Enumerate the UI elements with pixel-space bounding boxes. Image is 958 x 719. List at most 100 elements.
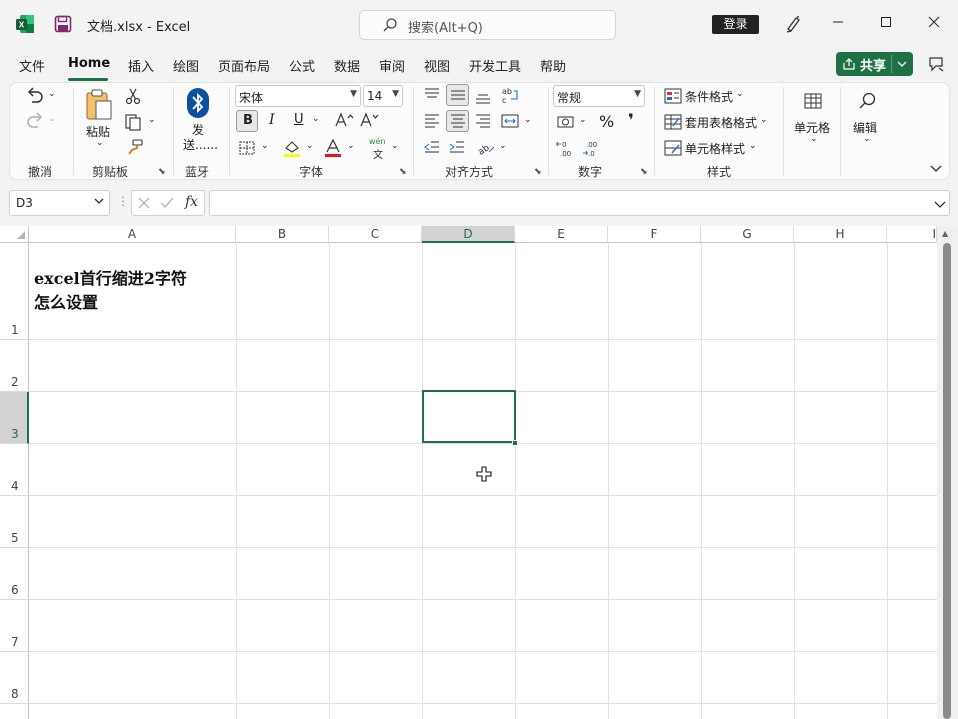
decrease-decimal-icon[interactable]: .00.0 [582, 139, 602, 160]
row-header-3[interactable]: 3 [0, 392, 29, 444]
font-color-dropdown-icon[interactable]: ⌄ [347, 141, 355, 151]
bluetooth-icon[interactable] [186, 87, 210, 122]
table-format-button[interactable]: 套用表格格式 [685, 114, 757, 131]
italic-button[interactable]: I [269, 112, 275, 128]
font-name-select[interactable]: 宋体 ▼ [235, 85, 361, 107]
decrease-font-icon[interactable] [360, 112, 380, 131]
fill-handle[interactable] [512, 440, 518, 446]
orientation-dropdown-icon[interactable]: ⌄ [499, 141, 507, 151]
increase-font-icon[interactable] [335, 112, 355, 131]
column-header-g[interactable]: G [701, 226, 794, 243]
conditional-format-button[interactable]: 条件格式 [685, 88, 733, 105]
maximize-button[interactable] [874, 12, 898, 36]
column-header-h[interactable]: H [794, 226, 887, 243]
edit-dropdown-icon[interactable]: ⌄ [863, 134, 871, 144]
row-header-2[interactable]: 2 [0, 340, 29, 392]
undo-dropdown-icon[interactable]: ⌄ [48, 89, 56, 99]
selected-cell-d3[interactable] [422, 390, 516, 443]
close-button[interactable] [922, 12, 946, 36]
scrollbar-thumb[interactable] [943, 243, 951, 719]
expand-formula-icon[interactable] [934, 199, 946, 213]
search-box[interactable]: 搜索(Alt+Q) [359, 10, 616, 40]
share-button[interactable]: 共享 [836, 52, 913, 76]
table-format-dropdown-icon[interactable]: ⌄ [760, 115, 768, 125]
save-icon[interactable] [54, 15, 72, 36]
column-header-d[interactable]: D [422, 226, 515, 243]
comments-icon[interactable] [927, 55, 945, 76]
column-header-f[interactable]: F [608, 226, 701, 243]
row-header-7[interactable]: 7 [0, 600, 29, 652]
conditional-format-dropdown-icon[interactable]: ⌄ [736, 89, 744, 99]
tab-formulas[interactable]: 公式 [289, 56, 315, 75]
merge-center-icon[interactable] [500, 112, 520, 133]
column-header-b[interactable]: B [236, 226, 329, 243]
tab-developer[interactable]: 开发工具 [469, 56, 521, 75]
cells-icon[interactable] [803, 91, 823, 114]
cells-dropdown-icon[interactable]: ⌄ [810, 134, 818, 144]
accounting-dropdown-icon[interactable]: ⌄ [579, 115, 587, 125]
chevron-down-icon[interactable] [897, 55, 907, 72]
row-header-6[interactable]: 6 [0, 548, 29, 600]
align-left-icon[interactable] [423, 112, 441, 133]
percent-style-button[interactable]: % [599, 112, 614, 131]
decrease-indent-icon[interactable] [423, 139, 441, 158]
column-header-a[interactable]: A [29, 226, 236, 243]
format-painter-icon[interactable] [126, 138, 144, 159]
orientation-icon[interactable]: ab [476, 138, 496, 159]
select-all-corner[interactable] [0, 226, 29, 243]
align-right-icon[interactable] [474, 112, 492, 133]
tab-page-layout[interactable]: 页面布局 [218, 56, 270, 75]
merge-dropdown-icon[interactable]: ⌄ [524, 115, 532, 125]
align-bottom-icon[interactable] [474, 86, 492, 107]
font-launcher-icon[interactable]: ⬊ [399, 167, 407, 177]
fill-color-dropdown-icon[interactable]: ⌄ [306, 141, 314, 151]
table-format-icon[interactable] [664, 114, 682, 133]
spreadsheet-grid[interactable]: A B C D E F G H I 1 2 3 4 5 6 7 8 excel首… [0, 226, 958, 719]
column-header-i[interactable]: I [887, 226, 937, 243]
tab-file[interactable]: 文件 [19, 56, 45, 75]
insert-function-button[interactable]: fx [185, 194, 198, 210]
cell-a1[interactable]: excel首行缩进2字符 怎么设置 [34, 267, 234, 315]
cell-style-dropdown-icon[interactable]: ⌄ [749, 141, 757, 151]
copy-icon[interactable] [124, 113, 144, 134]
column-header-c[interactable]: C [329, 226, 422, 243]
paste-icon[interactable] [84, 87, 114, 124]
tab-review[interactable]: 审阅 [379, 56, 405, 75]
align-center-button[interactable] [446, 110, 469, 132]
phonetic-char[interactable]: 文 [373, 146, 383, 161]
underline-dropdown-icon[interactable]: ⌄ [312, 114, 320, 124]
comma-style-button[interactable]: ❜ [628, 111, 634, 131]
login-button[interactable]: 登录 [712, 15, 759, 34]
undo-icon[interactable] [24, 87, 46, 110]
name-box[interactable]: D3 [9, 190, 110, 216]
tab-insert[interactable]: 插入 [128, 56, 154, 75]
borders-icon[interactable] [238, 140, 256, 159]
collapse-ribbon-icon[interactable] [930, 163, 942, 177]
tab-view[interactable]: 视图 [424, 56, 450, 75]
bold-button[interactable]: B [236, 110, 258, 132]
row-header-5[interactable]: 5 [0, 496, 29, 548]
increase-indent-icon[interactable] [448, 139, 466, 158]
wrap-text-icon[interactable]: ab c [500, 85, 520, 108]
tab-help[interactable]: 帮助 [540, 56, 566, 75]
column-header-e[interactable]: E [515, 226, 608, 243]
cell-style-button[interactable]: 单元格样式 [685, 140, 745, 157]
tab-draw[interactable]: 绘图 [173, 56, 199, 75]
row-header-9[interactable] [0, 704, 29, 719]
formula-input[interactable] [209, 190, 950, 216]
underline-button[interactable]: U [294, 112, 304, 127]
alignment-launcher-icon[interactable]: ⬊ [534, 167, 542, 177]
send-label-2[interactable]: 送...... [183, 136, 218, 153]
tab-home[interactable]: Home [68, 56, 110, 71]
font-color-icon[interactable] [323, 138, 343, 161]
minimize-button[interactable] [826, 12, 850, 36]
cut-icon[interactable] [124, 87, 142, 108]
increase-decimal-icon[interactable]: 0.00 [555, 139, 576, 160]
phonetic-dropdown-icon[interactable]: ⌄ [391, 141, 399, 151]
row-header-8[interactable]: 8 [0, 652, 29, 704]
phonetic-guide-icon[interactable]: wén [369, 137, 386, 146]
row-header-1[interactable]: 1 [0, 243, 29, 340]
accounting-format-icon[interactable] [556, 114, 576, 133]
font-size-select[interactable]: 14 ▼ [363, 85, 403, 107]
vertical-scrollbar[interactable]: ▲ [937, 226, 958, 719]
